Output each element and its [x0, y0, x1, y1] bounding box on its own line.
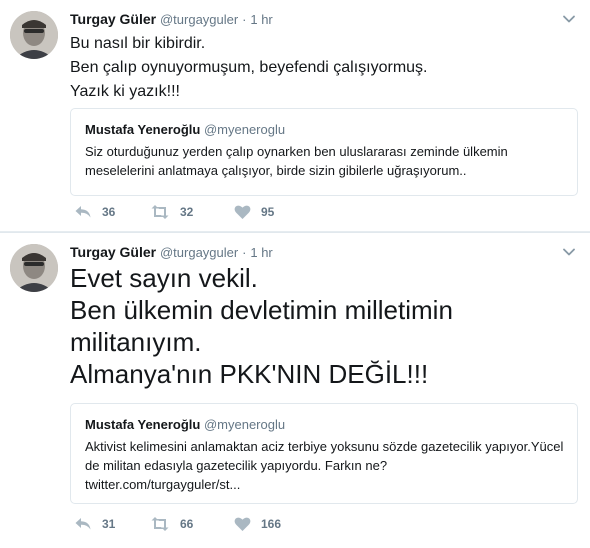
quoted-tweet-text: Aktivist kelimesini anlamaktan aciz terb…	[85, 439, 564, 492]
chevron-down-icon[interactable]	[562, 12, 576, 26]
tweet[interactable]: Turgay Güler @turgayguler · 1 hr Bu nası…	[0, 0, 590, 232]
like-count: 166	[261, 517, 282, 531]
tweet-text: Bu nasıl bir kibirdir. Ben çalıp oynuyor…	[70, 35, 428, 100]
separator: ·	[242, 245, 247, 260]
quoted-tweet[interactable]: Mustafa Yeneroğlu @myeneroglu Siz oturdu…	[70, 108, 578, 196]
retweet-count: 66	[180, 517, 194, 531]
reply-button[interactable]: 36	[74, 204, 115, 220]
like-button[interactable]: 95	[234, 204, 274, 220]
quoted-tweet-header: Mustafa Yeneroğlu @myeneroglu	[85, 417, 285, 433]
reply-icon	[75, 518, 91, 530]
heart-icon	[234, 517, 251, 531]
timestamp[interactable]: 1 hr	[250, 12, 272, 27]
avatar[interactable]	[10, 244, 58, 292]
reply-count: 36	[102, 205, 116, 219]
separator: ·	[242, 12, 247, 27]
reply-button[interactable]: 31	[74, 516, 115, 532]
display-name[interactable]: Turgay Güler	[70, 11, 156, 27]
display-name[interactable]: Turgay Güler	[70, 244, 156, 260]
reply-count: 31	[102, 517, 116, 531]
timestamp[interactable]: 1 hr	[250, 245, 272, 260]
chevron-down-icon[interactable]	[562, 245, 576, 259]
user-handle[interactable]: @turgayguler	[160, 12, 238, 27]
quoted-tweet-header: Mustafa Yeneroğlu @myeneroglu	[85, 122, 285, 138]
quoted-user-handle: @myeneroglu	[203, 122, 286, 137]
tweet-text: Evet sayın vekil. Ben ülkemin devletimin…	[70, 263, 453, 389]
heart-icon	[234, 205, 251, 219]
tweet-header: Turgay Güler @turgayguler · 1 hr	[70, 243, 273, 262]
quoted-tweet-text: Siz oturduğunuz yerden çalıp oynarken be…	[85, 144, 508, 178]
quoted-user-handle: @myeneroglu	[203, 417, 286, 432]
quoted-tweet[interactable]: Mustafa Yeneroğlu @myeneroglu Aktivist k…	[70, 403, 578, 504]
tweet[interactable]: Turgay Güler @turgayguler · 1 hr Evet sa…	[0, 233, 590, 548]
reply-icon	[75, 206, 91, 218]
like-count: 95	[261, 205, 275, 219]
retweet-icon	[151, 517, 169, 531]
avatar[interactable]	[10, 11, 58, 59]
user-handle[interactable]: @turgayguler	[160, 245, 238, 260]
tweet-header: Turgay Güler @turgayguler · 1 hr	[70, 10, 273, 29]
retweet-count: 32	[180, 205, 194, 219]
like-button[interactable]: 166	[234, 516, 281, 532]
retweet-icon	[151, 205, 169, 219]
quoted-display-name: Mustafa Yeneroğlu	[85, 417, 201, 432]
retweet-button[interactable]: 32	[150, 204, 193, 220]
quoted-display-name: Mustafa Yeneroğlu	[85, 122, 201, 137]
retweet-button[interactable]: 66	[150, 516, 193, 532]
